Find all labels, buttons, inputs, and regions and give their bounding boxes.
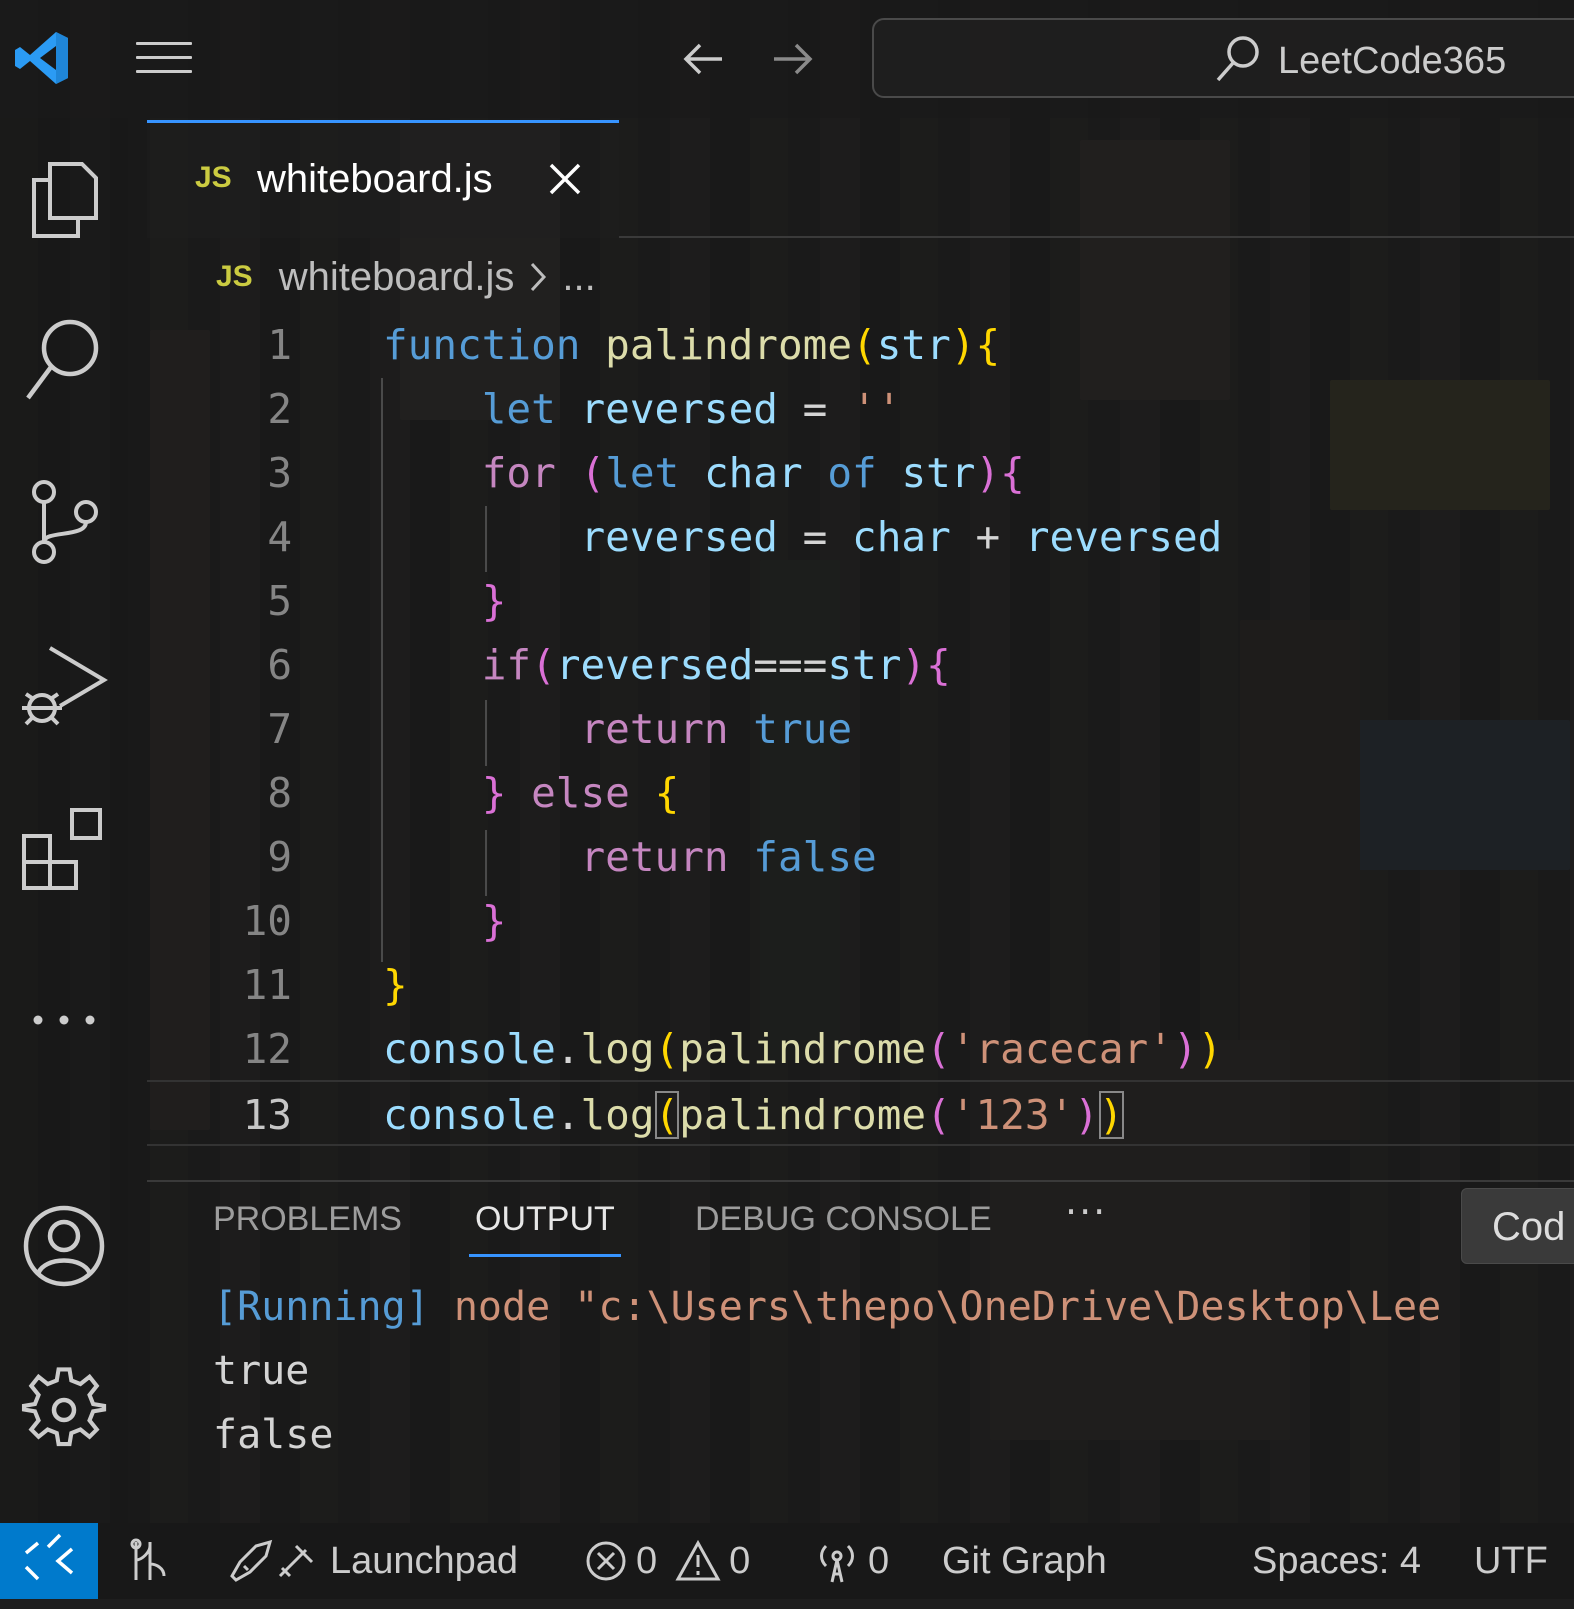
code-editor[interactable]: 1 function palindrome(str){ 2 let reverse… [147,310,1574,1180]
code-line: 11} [147,952,1574,1018]
tab-whiteboard-js[interactable]: JS whiteboard.js [147,120,619,238]
vscode-logo-icon [15,32,68,84]
run-debug-icon[interactable] [20,640,108,728]
activity-bar [0,118,128,1523]
account-icon[interactable] [20,1202,108,1290]
menu-icon[interactable] [136,42,192,76]
remote-icon [24,1533,74,1581]
launchpad-label: Launchpad [330,1539,519,1582]
line-number: 2 [267,385,292,433]
output-line: [Running] node "c:\Users\thepo\OneDrive\… [213,1284,1442,1330]
warning-icon [675,1539,721,1581]
line-number: 5 [267,577,292,625]
code-line: 10 } [147,888,1574,954]
code-text: function palindrome(str){ [383,321,1001,369]
line-number: 1 [267,321,292,369]
error-count: 0 [636,1539,658,1582]
chevron-right-icon [531,262,547,292]
line-number: 10 [242,897,292,945]
code-text: return true [580,705,853,753]
search-text: LeetCode365 [1278,40,1507,82]
ports-count: 0 [868,1539,890,1582]
breadcrumb-file[interactable]: whiteboard.js [279,255,515,300]
more-icon[interactable] [20,976,108,1064]
breadcrumb-symbols[interactable]: ... [562,255,595,300]
more-icon[interactable]: ··· [1065,1190,1107,1234]
code-line: 1 function palindrome(str){ [147,312,1574,378]
code-text: } [383,961,408,1009]
output-line: false [213,1412,334,1458]
code-text: } else { [481,769,680,817]
code-text: } [481,577,507,625]
code-line: 7 return true [147,696,1574,762]
remote-indicator[interactable] [0,1523,98,1599]
tab-problems[interactable]: PROBLEMS [213,1200,402,1239]
warning-count: 0 [729,1539,751,1582]
line-number: 9 [267,833,292,881]
output-channel-select[interactable]: Cod [1461,1188,1574,1264]
encoding-item[interactable]: UTF [1474,1523,1548,1599]
line-number: 12 [242,1025,292,1073]
code-line: 6 if(reversed===str){ [147,632,1574,698]
javascript-file-icon: JS [216,260,253,293]
code-text: return false [580,833,877,881]
source-control-status-icon [130,1538,166,1580]
line-number: 11 [242,961,292,1009]
branch-sync-item[interactable] [120,1523,180,1599]
code-text: } [481,897,507,945]
tab-bar [619,118,1574,238]
indentation-item[interactable]: Spaces: 4 [1252,1523,1421,1599]
ports-item[interactable]: 0 [814,1523,889,1599]
code-line: 4 reversed = char + reversed [147,504,1574,570]
tab-debug-console[interactable]: DEBUG CONSOLE [695,1200,992,1239]
ports-icon [820,1544,854,1583]
title-bar: LeetCode365 [0,0,1574,118]
line-number: 8 [267,769,292,817]
code-text: reversed = char + reversed [580,513,1223,561]
tab-label: whiteboard.js [257,157,493,201]
close-icon[interactable] [547,161,583,197]
code-text: console.log(palindrome('racecar')) [383,1025,1223,1073]
extensions-icon[interactable] [20,804,108,892]
bottom-panel: PROBLEMS OUTPUT DEBUG CONSOLE ··· Cod [R… [147,1180,1574,1502]
launchpad-icon [230,1539,314,1582]
code-line-active: 13 console.log(palindrome('123')) [147,1080,1574,1146]
code-text: let reversed = '' [481,385,902,433]
tab-output[interactable]: OUTPUT [469,1200,621,1257]
breadcrumb: JS whiteboard.js ... [216,252,596,302]
code-line: 9 return false [147,824,1574,890]
status-bar: Launchpad 0 0 0 Git Graph Spaces: 4 UTF [0,1523,1574,1599]
code-text: for (let char of str){ [481,449,1025,497]
line-number: 13 [242,1091,292,1139]
launchpad-item[interactable]: Launchpad [226,1523,518,1599]
line-number: 6 [267,641,292,689]
code-line: 3 for (let char of str){ [147,440,1574,506]
command-center-search[interactable]: LeetCode365 [872,18,1574,98]
output-line: true [213,1348,310,1394]
code-text: console.log(palindrome('123')) [383,1091,1124,1139]
code-line: 12 console.log(palindrome('racecar')) [147,1016,1574,1082]
code-text: if(reversed===str){ [481,641,951,689]
settings-gear-icon[interactable] [20,1366,108,1454]
line-number: 4 [267,513,292,561]
git-graph-item[interactable]: Git Graph [942,1523,1107,1599]
code-line: 8 } else { [147,760,1574,826]
code-line: 2 let reversed = '' [147,376,1574,442]
line-number: 7 [267,705,292,753]
code-line: 5 } [147,568,1574,634]
files-icon[interactable] [20,152,108,240]
javascript-file-icon: JS [195,161,232,194]
problems-item[interactable]: 0 0 [584,1523,750,1599]
line-number: 3 [267,449,292,497]
arrow-left-icon[interactable] [680,38,726,80]
error-icon [586,1541,626,1581]
source-control-icon[interactable] [20,478,108,566]
search-icon[interactable] [20,314,108,402]
arrow-right-icon[interactable] [770,38,816,80]
search-icon [1216,36,1259,82]
